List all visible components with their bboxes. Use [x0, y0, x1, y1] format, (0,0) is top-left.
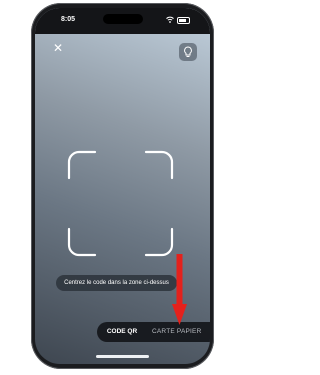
wifi-icon — [166, 16, 174, 23]
mode-tabs: CODE QR CARTE PAPIER — [97, 322, 210, 342]
scan-frame — [67, 150, 174, 257]
scan-hint: Centrez le code dans la zone ci-dessus — [56, 275, 177, 291]
close-icon[interactable]: ✕ — [52, 42, 64, 54]
lightbulb-icon — [184, 46, 192, 57]
arrow-down-icon — [172, 254, 187, 325]
lightbulb-button[interactable] — [179, 43, 197, 61]
status-time: 8:05 — [61, 16, 76, 23]
status-bar: 8:05 — [35, 8, 210, 34]
home-indicator — [96, 355, 149, 358]
tab-carte-papier[interactable]: CARTE PAPIER — [152, 322, 201, 342]
dynamic-island — [103, 14, 143, 24]
tab-code-qr[interactable]: CODE QR — [97, 322, 147, 342]
battery-icon — [177, 17, 190, 24]
